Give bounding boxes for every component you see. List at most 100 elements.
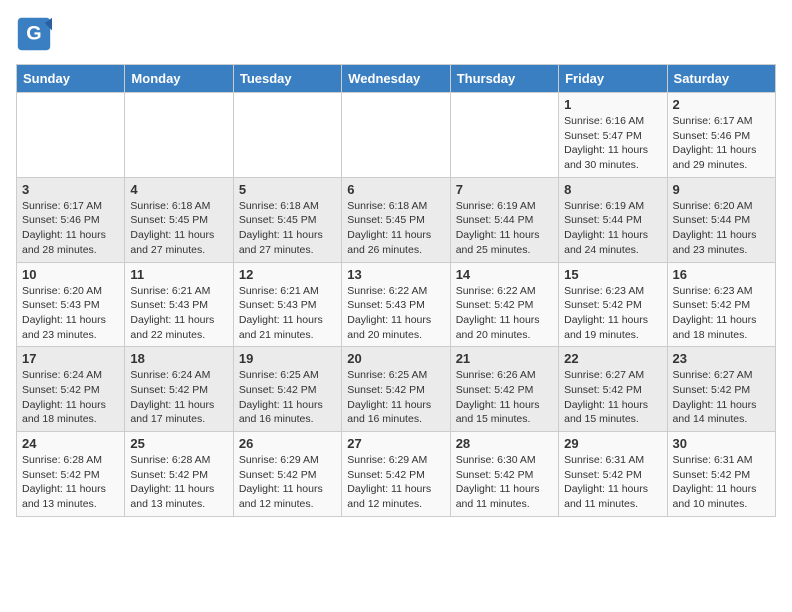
calendar-week-2: 3 Sunrise: 6:17 AMSunset: 5:46 PMDaylight… xyxy=(17,177,776,262)
calendar-cell: 27 Sunrise: 6:29 AMSunset: 5:42 PMDayligh… xyxy=(342,432,450,517)
calendar-cell: 9 Sunrise: 6:20 AMSunset: 5:44 PMDaylight… xyxy=(667,177,775,262)
weekday-header-monday: Monday xyxy=(125,65,233,93)
calendar-week-1: 1 Sunrise: 6:16 AMSunset: 5:47 PMDaylight… xyxy=(17,93,776,178)
day-number: 20 xyxy=(347,351,444,366)
day-info: Sunrise: 6:25 AMSunset: 5:42 PMDaylight:… xyxy=(239,368,336,427)
day-number: 19 xyxy=(239,351,336,366)
calendar-week-4: 17Sunrise: 6:24 AMSunset: 5:42 PMDayligh… xyxy=(17,347,776,432)
day-info: Sunrise: 6:18 AMSunset: 5:45 PMDaylight:… xyxy=(239,199,336,258)
day-info: Sunrise: 6:18 AMSunset: 5:45 PMDaylight:… xyxy=(347,199,444,258)
day-info: Sunrise: 6:22 AMSunset: 5:42 PMDaylight:… xyxy=(456,284,553,343)
calendar-cell: 24 Sunrise: 6:28 AMSunset: 5:42 PMDayligh… xyxy=(17,432,125,517)
calendar-week-3: 10 Sunrise: 6:20 AMSunset: 5:43 PMDayligh… xyxy=(17,262,776,347)
calendar-cell: 19 Sunrise: 6:25 AMSunset: 5:42 PMDayligh… xyxy=(233,347,341,432)
day-number: 1 xyxy=(564,97,661,112)
day-number: 12 xyxy=(239,267,336,282)
day-number: 14 xyxy=(456,267,553,282)
calendar-cell: 1 Sunrise: 6:16 AMSunset: 5:47 PMDaylight… xyxy=(559,93,667,178)
day-number: 3 xyxy=(22,182,119,197)
day-info: Sunrise: 6:25 AMSunset: 5:42 PMDaylight:… xyxy=(347,368,444,427)
day-number: 25 xyxy=(130,436,227,451)
weekday-header-friday: Friday xyxy=(559,65,667,93)
calendar-cell: 11Sunrise: 6:21 AMSunset: 5:43 PMDayligh… xyxy=(125,262,233,347)
day-info: Sunrise: 6:18 AMSunset: 5:45 PMDaylight:… xyxy=(130,199,227,258)
day-number: 4 xyxy=(130,182,227,197)
day-info: Sunrise: 6:27 AMSunset: 5:42 PMDaylight:… xyxy=(673,368,770,427)
day-info: Sunrise: 6:28 AMSunset: 5:42 PMDaylight:… xyxy=(22,453,119,512)
day-number: 24 xyxy=(22,436,119,451)
day-number: 29 xyxy=(564,436,661,451)
day-info: Sunrise: 6:17 AMSunset: 5:46 PMDaylight:… xyxy=(673,114,770,173)
day-info: Sunrise: 6:20 AMSunset: 5:43 PMDaylight:… xyxy=(22,284,119,343)
day-info: Sunrise: 6:31 AMSunset: 5:42 PMDaylight:… xyxy=(673,453,770,512)
day-number: 18 xyxy=(130,351,227,366)
day-number: 28 xyxy=(456,436,553,451)
calendar-cell xyxy=(233,93,341,178)
calendar-cell: 26Sunrise: 6:29 AMSunset: 5:42 PMDayligh… xyxy=(233,432,341,517)
calendar-cell: 6 Sunrise: 6:18 AMSunset: 5:45 PMDaylight… xyxy=(342,177,450,262)
calendar-cell: 16 Sunrise: 6:23 AMSunset: 5:42 PMDayligh… xyxy=(667,262,775,347)
day-number: 9 xyxy=(673,182,770,197)
calendar-cell: 17Sunrise: 6:24 AMSunset: 5:42 PMDayligh… xyxy=(17,347,125,432)
day-number: 13 xyxy=(347,267,444,282)
calendar-cell: 25 Sunrise: 6:28 AMSunset: 5:42 PMDayligh… xyxy=(125,432,233,517)
day-info: Sunrise: 6:20 AMSunset: 5:44 PMDaylight:… xyxy=(673,199,770,258)
calendar-cell xyxy=(342,93,450,178)
calendar-cell: 7Sunrise: 6:19 AMSunset: 5:44 PMDaylight… xyxy=(450,177,558,262)
calendar-cell: 12 Sunrise: 6:21 AMSunset: 5:43 PMDayligh… xyxy=(233,262,341,347)
calendar-cell: 18 Sunrise: 6:24 AMSunset: 5:42 PMDayligh… xyxy=(125,347,233,432)
day-number: 30 xyxy=(673,436,770,451)
day-info: Sunrise: 6:16 AMSunset: 5:47 PMDaylight:… xyxy=(564,114,661,173)
day-number: 5 xyxy=(239,182,336,197)
day-info: Sunrise: 6:24 AMSunset: 5:42 PMDaylight:… xyxy=(130,368,227,427)
day-info: Sunrise: 6:22 AMSunset: 5:43 PMDaylight:… xyxy=(347,284,444,343)
calendar-cell: 5 Sunrise: 6:18 AMSunset: 5:45 PMDaylight… xyxy=(233,177,341,262)
calendar-cell: 3 Sunrise: 6:17 AMSunset: 5:46 PMDaylight… xyxy=(17,177,125,262)
weekday-row: SundayMondayTuesdayWednesdayThursdayFrid… xyxy=(17,65,776,93)
day-info: Sunrise: 6:29 AMSunset: 5:42 PMDaylight:… xyxy=(347,453,444,512)
day-number: 15 xyxy=(564,267,661,282)
weekday-header-thursday: Thursday xyxy=(450,65,558,93)
day-number: 16 xyxy=(673,267,770,282)
logo-icon: G xyxy=(16,16,52,52)
page-header: G xyxy=(16,16,776,52)
weekday-header-tuesday: Tuesday xyxy=(233,65,341,93)
day-info: Sunrise: 6:30 AMSunset: 5:42 PMDaylight:… xyxy=(456,453,553,512)
calendar-cell: 15 Sunrise: 6:23 AMSunset: 5:42 PMDayligh… xyxy=(559,262,667,347)
calendar-cell xyxy=(450,93,558,178)
day-info: Sunrise: 6:24 AMSunset: 5:42 PMDaylight:… xyxy=(22,368,119,427)
day-number: 21 xyxy=(456,351,553,366)
calendar-week-5: 24 Sunrise: 6:28 AMSunset: 5:42 PMDayligh… xyxy=(17,432,776,517)
calendar-cell: 30 Sunrise: 6:31 AMSunset: 5:42 PMDayligh… xyxy=(667,432,775,517)
day-info: Sunrise: 6:28 AMSunset: 5:42 PMDaylight:… xyxy=(130,453,227,512)
day-info: Sunrise: 6:23 AMSunset: 5:42 PMDaylight:… xyxy=(673,284,770,343)
calendar-cell: 28 Sunrise: 6:30 AMSunset: 5:42 PMDayligh… xyxy=(450,432,558,517)
calendar-cell: 21Sunrise: 6:26 AMSunset: 5:42 PMDayligh… xyxy=(450,347,558,432)
day-info: Sunrise: 6:19 AMSunset: 5:44 PMDaylight:… xyxy=(456,199,553,258)
day-number: 6 xyxy=(347,182,444,197)
calendar-cell: 13 Sunrise: 6:22 AMSunset: 5:43 PMDayligh… xyxy=(342,262,450,347)
day-number: 2 xyxy=(673,97,770,112)
calendar-body: 1 Sunrise: 6:16 AMSunset: 5:47 PMDaylight… xyxy=(17,93,776,517)
calendar-cell: 22Sunrise: 6:27 AMSunset: 5:42 PMDayligh… xyxy=(559,347,667,432)
day-info: Sunrise: 6:17 AMSunset: 5:46 PMDaylight:… xyxy=(22,199,119,258)
calendar-cell xyxy=(17,93,125,178)
weekday-header-sunday: Sunday xyxy=(17,65,125,93)
day-number: 27 xyxy=(347,436,444,451)
logo: G xyxy=(16,16,56,52)
calendar-cell: 20 Sunrise: 6:25 AMSunset: 5:42 PMDayligh… xyxy=(342,347,450,432)
calendar-cell: 2 Sunrise: 6:17 AMSunset: 5:46 PMDaylight… xyxy=(667,93,775,178)
calendar-cell: 23 Sunrise: 6:27 AMSunset: 5:42 PMDayligh… xyxy=(667,347,775,432)
calendar-header: SundayMondayTuesdayWednesdayThursdayFrid… xyxy=(17,65,776,93)
day-number: 8 xyxy=(564,182,661,197)
day-info: Sunrise: 6:21 AMSunset: 5:43 PMDaylight:… xyxy=(239,284,336,343)
calendar-cell xyxy=(125,93,233,178)
day-info: Sunrise: 6:31 AMSunset: 5:42 PMDaylight:… xyxy=(564,453,661,512)
day-info: Sunrise: 6:23 AMSunset: 5:42 PMDaylight:… xyxy=(564,284,661,343)
day-number: 10 xyxy=(22,267,119,282)
calendar-cell: 8Sunrise: 6:19 AMSunset: 5:44 PMDaylight… xyxy=(559,177,667,262)
day-info: Sunrise: 6:29 AMSunset: 5:42 PMDaylight:… xyxy=(239,453,336,512)
calendar-cell: 14 Sunrise: 6:22 AMSunset: 5:42 PMDayligh… xyxy=(450,262,558,347)
day-number: 23 xyxy=(673,351,770,366)
day-number: 22 xyxy=(564,351,661,366)
